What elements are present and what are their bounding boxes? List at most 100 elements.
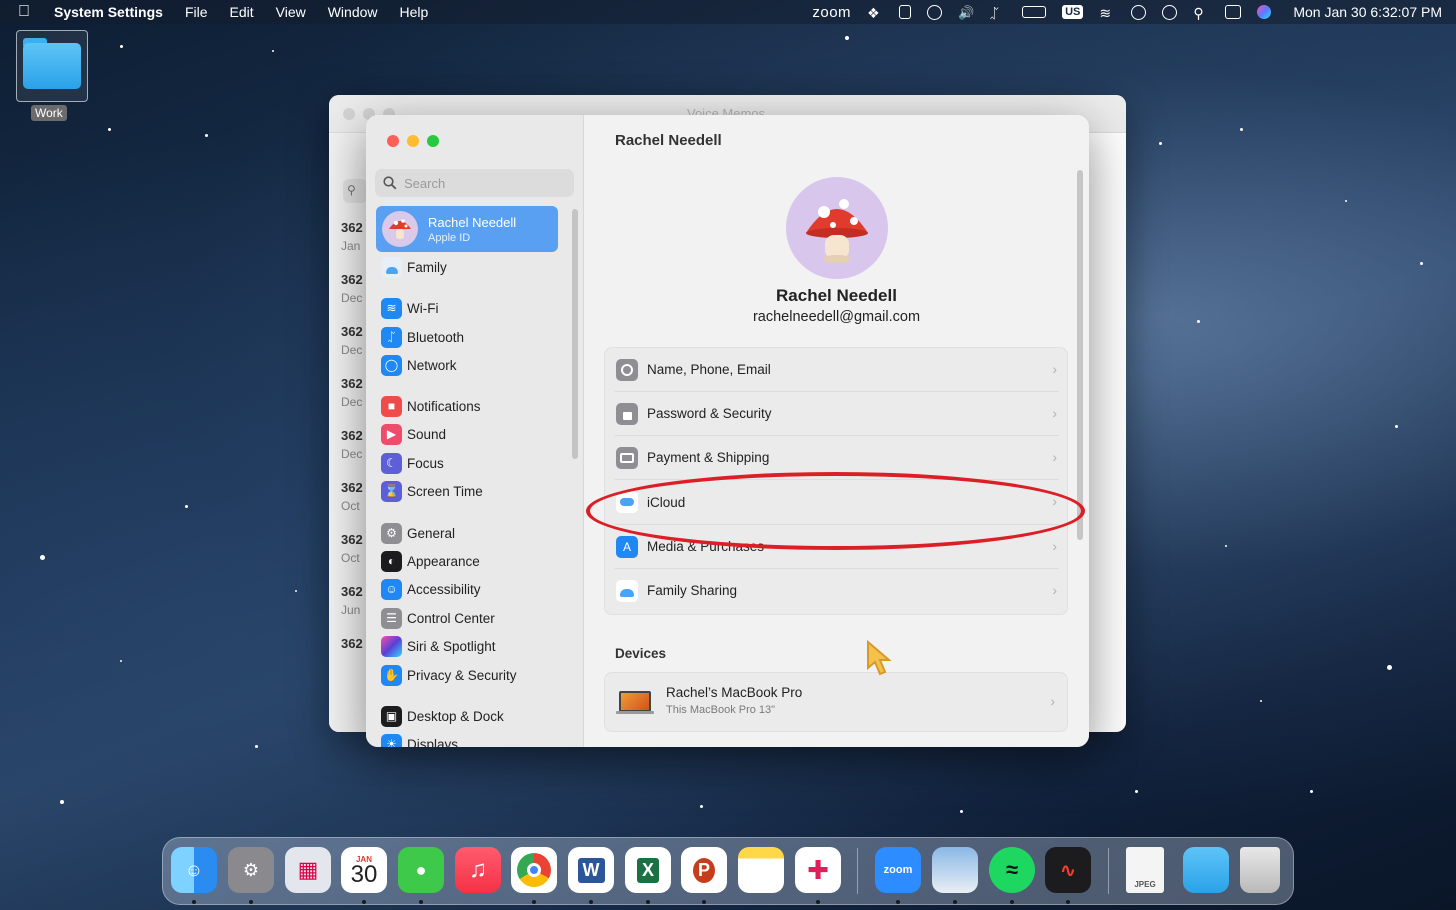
list-item[interactable]: 362 Oct <box>341 480 363 513</box>
slack-app[interactable]: ✚ <box>795 847 841 893</box>
menu-bar:  System Settings File Edit View Window … <box>0 0 1456 24</box>
sidebar-item-siri-spotlight[interactable]: Siri & Spotlight <box>381 635 571 657</box>
device-row-macbook[interactable]: Rachel’s MacBook Pro This MacBook Pro 13… <box>604 672 1068 732</box>
user-email: rachelneedell@gmail.com <box>752 309 921 325</box>
battery-icon[interactable] <box>1022 6 1047 18</box>
calendar-app[interactable]: JAN 30 <box>341 847 387 893</box>
sidebar-item-notifications[interactable]: ■ Notifications <box>381 395 571 417</box>
menu-edit[interactable]: Edit <box>230 4 254 20</box>
sidebar-item-displays[interactable]: ☀ Displays <box>381 733 571 747</box>
contacts-status-icon[interactable] <box>899 5 912 19</box>
list-item[interactable]: 362 Dec <box>341 376 363 409</box>
sidebar-item-screen-time[interactable]: ⌛ Screen Time <box>381 480 571 502</box>
trash-icon[interactable] <box>1240 847 1280 893</box>
input-source-indicator[interactable]: US <box>1062 5 1084 19</box>
page-title: Rachel Needell <box>615 132 722 149</box>
search-field[interactable] <box>375 169 574 197</box>
menu-window[interactable]: Window <box>328 4 378 20</box>
menu-help[interactable]: Help <box>400 4 429 20</box>
sidebar-item-apple-id[interactable]: Rachel Needell Apple ID <box>376 206 558 252</box>
spotlight-search-icon[interactable]: ⚲ <box>1193 5 1209 21</box>
search-icon[interactable]: ⚲ <box>343 179 367 203</box>
finder-app[interactable]: ☺ <box>171 847 217 893</box>
sidebar-item-privacy-security[interactable]: ✋ Privacy & Security <box>381 664 571 686</box>
hourglass-icon: ⌛ <box>381 480 402 502</box>
play-status-icon[interactable] <box>927 4 943 20</box>
volume-icon[interactable]: 🔊 <box>958 5 974 20</box>
zoom-app[interactable]: zoom <box>875 847 921 893</box>
list-item[interactable]: 362 Dec <box>341 428 363 461</box>
list-item[interactable]: 362 Jan <box>341 220 363 253</box>
launchpad-app[interactable]: ▦ <box>285 847 331 893</box>
word-app[interactable]: W <box>568 847 614 893</box>
desktop-folder-label[interactable]: Work <box>31 105 67 121</box>
music-app[interactable]: ♫ <box>455 847 501 893</box>
notes-app[interactable] <box>738 847 784 893</box>
user-status-icon[interactable] <box>1131 4 1147 20</box>
apple-menu-icon[interactable]:  <box>18 3 38 21</box>
list-item[interactable]: 362 Oct <box>341 532 363 565</box>
row-password-security[interactable]: Password & Security › <box>605 392 1069 435</box>
sidebar-item-appearance[interactable]: ◐ Appearance <box>381 550 571 572</box>
sidebar-item-general[interactable]: ⚙ General <box>381 522 571 544</box>
list-item[interactable]: 362 Dec <box>341 324 363 357</box>
main-scrollbar[interactable] <box>1077 170 1083 540</box>
chrome-app[interactable] <box>511 847 557 893</box>
time-machine-icon[interactable] <box>1162 4 1178 20</box>
accessibility-icon: ☺ <box>381 578 402 600</box>
jpeg-file[interactable]: JPEG <box>1126 847 1164 893</box>
menubar-datetime[interactable]: Mon Jan 30 6:32:07 PM <box>1293 4 1442 20</box>
sidebar-item-accessibility[interactable]: ☺ Accessibility <box>381 578 571 600</box>
row-family-sharing[interactable]: Family Sharing › <box>605 569 1069 612</box>
dropbox-icon[interactable]: ❖ <box>867 5 883 21</box>
person-icon <box>616 358 638 381</box>
list-item[interactable]: 362 Jun <box>341 584 363 617</box>
row-name-phone-email[interactable]: Name, Phone, Email › <box>605 348 1069 391</box>
sidebar-item-focus[interactable]: ☾ Focus <box>381 452 571 474</box>
bluetooth-status-icon[interactable]: ᛢ <box>990 5 1006 21</box>
chevron-right-icon: › <box>1052 405 1057 421</box>
family-icon <box>616 579 638 602</box>
appstore-icon: A <box>616 535 638 558</box>
display-icon: ☀ <box>381 733 402 747</box>
system-settings-app[interactable]: ⚙ <box>228 847 274 893</box>
sidebar-scrollbar[interactable] <box>572 209 578 459</box>
messages-app[interactable]: ● <box>398 847 444 893</box>
chevron-right-icon: › <box>1052 361 1057 377</box>
menu-view[interactable]: View <box>276 4 306 20</box>
control-center-status-icon[interactable] <box>1225 5 1242 19</box>
sidebar-item-network[interactable]: ◯ Network <box>381 354 571 376</box>
avatar <box>382 211 418 247</box>
menu-file[interactable]: File <box>185 4 208 20</box>
sidebar-item-control-center[interactable]: ☰ Control Center <box>381 607 571 629</box>
powerpoint-app[interactable]: P <box>681 847 727 893</box>
voice-memos-app[interactable]: ∿ <box>1045 847 1091 893</box>
wifi-status-icon[interactable]: ≋ <box>1099 5 1115 21</box>
list-item[interactable]: 362 <box>341 636 363 655</box>
bell-icon: ■ <box>381 395 402 417</box>
list-item[interactable]: 362 Dec <box>341 272 363 305</box>
fullscreen-button[interactable] <box>427 135 439 147</box>
siri-status-icon[interactable] <box>1257 5 1272 19</box>
spotify-app[interactable]: ≈ <box>989 847 1035 893</box>
folder-app[interactable] <box>1183 847 1229 893</box>
preview-app[interactable] <box>932 847 978 893</box>
sidebar-item-bluetooth[interactable]: ᛢ Bluetooth <box>381 326 571 348</box>
desktop-folder-work[interactable] <box>16 30 88 102</box>
close-button[interactable] <box>343 108 355 120</box>
search-input[interactable] <box>404 175 564 191</box>
close-button[interactable] <box>387 135 399 147</box>
profile-avatar[interactable] <box>786 177 888 279</box>
sidebar-item-wifi[interactable]: ≋ Wi-Fi <box>381 297 571 319</box>
sidebar-item-desktop-dock[interactable]: ▣ Desktop & Dock <box>381 705 571 727</box>
speaker-icon: ▶ <box>381 423 402 445</box>
excel-app[interactable]: X <box>625 847 671 893</box>
menu-app-name[interactable]: System Settings <box>54 4 163 20</box>
zoom-status-icon[interactable]: zoom <box>812 4 851 21</box>
dock-icon: ▣ <box>381 705 402 727</box>
minimize-button[interactable] <box>407 135 419 147</box>
family-icon <box>381 256 402 278</box>
sidebar-item-sound[interactable]: ▶ Sound <box>381 423 571 445</box>
sidebar-item-family[interactable]: Family <box>381 256 571 278</box>
icloud-highlight-annotation <box>586 472 1085 550</box>
